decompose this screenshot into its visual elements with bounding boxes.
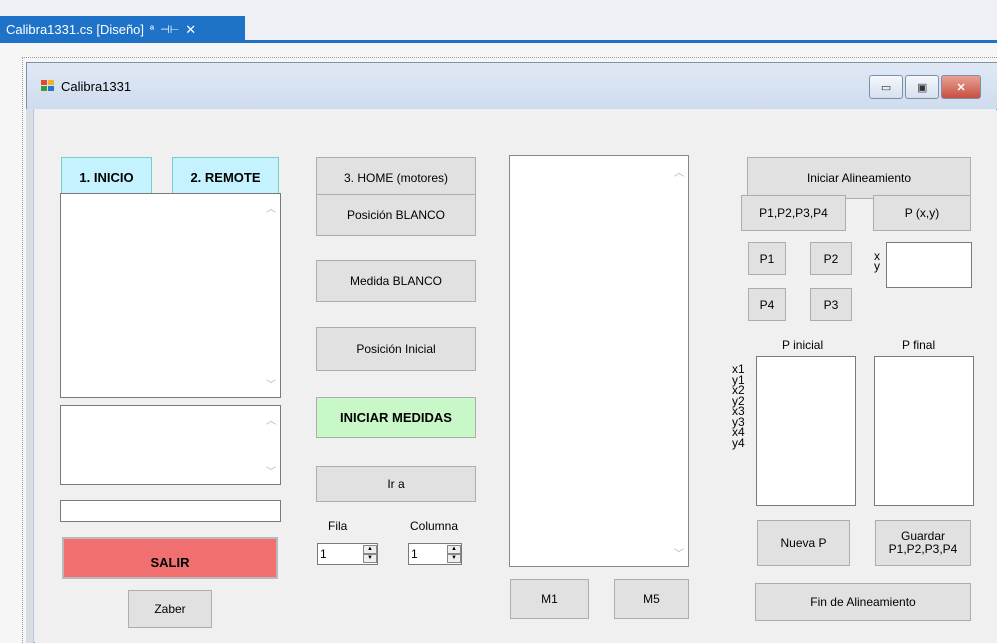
iniciar-alineamiento-button[interactable]: Iniciar Alineamiento: [747, 157, 971, 199]
p4-button[interactable]: P4: [748, 288, 786, 321]
measurements-listbox[interactable]: ︿ ﹀: [509, 155, 689, 567]
scroll-up-icon[interactable]: ︿: [266, 200, 276, 215]
fila-label: Fila: [328, 519, 348, 533]
stepper-arrows-icon[interactable]: ▲ ▼: [447, 545, 461, 563]
status-textbox[interactable]: ︿ ﹀: [60, 405, 281, 485]
inicio-button[interactable]: 1. INICIO: [61, 157, 152, 197]
posicion-inicial-button[interactable]: Posición Inicial: [316, 327, 476, 371]
document-tab[interactable]: Calibra1331.cs [Diseño] ª ⊣⊢ ✕: [0, 16, 245, 43]
form-app-icon: [41, 80, 55, 92]
scroll-down-icon[interactable]: ﹀: [674, 545, 684, 560]
pin-icon[interactable]: ª: [150, 24, 154, 36]
p1-button[interactable]: P1: [748, 242, 786, 275]
p-inicial-label: P inicial: [782, 338, 824, 352]
xy-textbox[interactable]: [886, 242, 972, 288]
window-control-buttons: ▭ ▣ ✕: [869, 75, 981, 99]
guardar-line2: P1,P2,P3,P4: [888, 542, 958, 556]
input-textbox[interactable]: [60, 500, 281, 522]
home-motores-button[interactable]: 3. HOME (motores): [316, 157, 476, 199]
m1-button[interactable]: M1: [510, 579, 589, 619]
p1234-button[interactable]: P1,P2,P3,P4: [741, 195, 846, 231]
y-label: y: [874, 259, 880, 273]
pxy-button[interactable]: P (x,y): [873, 195, 971, 231]
tab-title: Calibra1331.cs [Diseño]: [6, 22, 145, 37]
stepper-arrows-icon[interactable]: ▲ ▼: [363, 545, 377, 563]
p2-button[interactable]: P2: [810, 242, 852, 275]
coordinate-labels: x1 y1 x2 y2 x3 y3 x4 y4: [732, 363, 752, 450]
fin-alineamiento-button[interactable]: Fin de Alineamiento: [755, 583, 971, 621]
minimize-icon[interactable]: ▭: [869, 75, 904, 99]
posicion-blanco-button[interactable]: Posición BLANCO: [316, 194, 476, 236]
p-final-label: P final: [902, 338, 936, 352]
dock-icon[interactable]: ⊣⊢: [160, 23, 179, 36]
coord-label: y4: [732, 435, 745, 450]
columna-label: Columna: [410, 519, 459, 533]
columna-stepper[interactable]: 1 ▲ ▼: [408, 543, 462, 565]
iniciar-medidas-button[interactable]: INICIAR MEDIDAS: [316, 397, 476, 438]
form-left-border: [26, 109, 34, 643]
p3-button[interactable]: P3: [810, 288, 852, 321]
guardar-button[interactable]: Guardar P1,P2,P3,P4: [875, 520, 971, 566]
zaber-button[interactable]: Zaber: [128, 590, 212, 628]
remote-button[interactable]: 2. REMOTE: [172, 157, 279, 197]
salir-button[interactable]: SALIR: [62, 537, 278, 579]
form-title: Calibra1331: [61, 78, 132, 94]
p-inicial-box[interactable]: [756, 356, 856, 506]
nueva-p-button[interactable]: Nueva P: [757, 520, 850, 566]
log-listbox[interactable]: ︿ ﹀: [60, 193, 281, 398]
p-final-box[interactable]: [874, 356, 974, 506]
medida-blanco-button[interactable]: Medida BLANCO: [316, 260, 476, 302]
fila-stepper[interactable]: 1 ▲ ▼: [317, 543, 378, 565]
columna-value[interactable]: 1: [409, 547, 447, 561]
scroll-down-icon[interactable]: ﹀: [266, 376, 276, 391]
fila-value[interactable]: 1: [318, 547, 363, 561]
scroll-up-icon[interactable]: ︿: [266, 412, 276, 427]
maximize-icon[interactable]: ▣: [905, 75, 940, 99]
m5-button[interactable]: M5: [614, 579, 689, 619]
close-icon[interactable]: ✕: [941, 75, 981, 99]
form-titlebar: Calibra1331: [27, 63, 997, 109]
scroll-down-icon[interactable]: ﹀: [266, 463, 276, 478]
scroll-up-icon[interactable]: ︿: [674, 164, 684, 179]
ir-a-button[interactable]: Ir a: [316, 466, 476, 502]
close-tab-icon[interactable]: ✕: [185, 22, 196, 38]
